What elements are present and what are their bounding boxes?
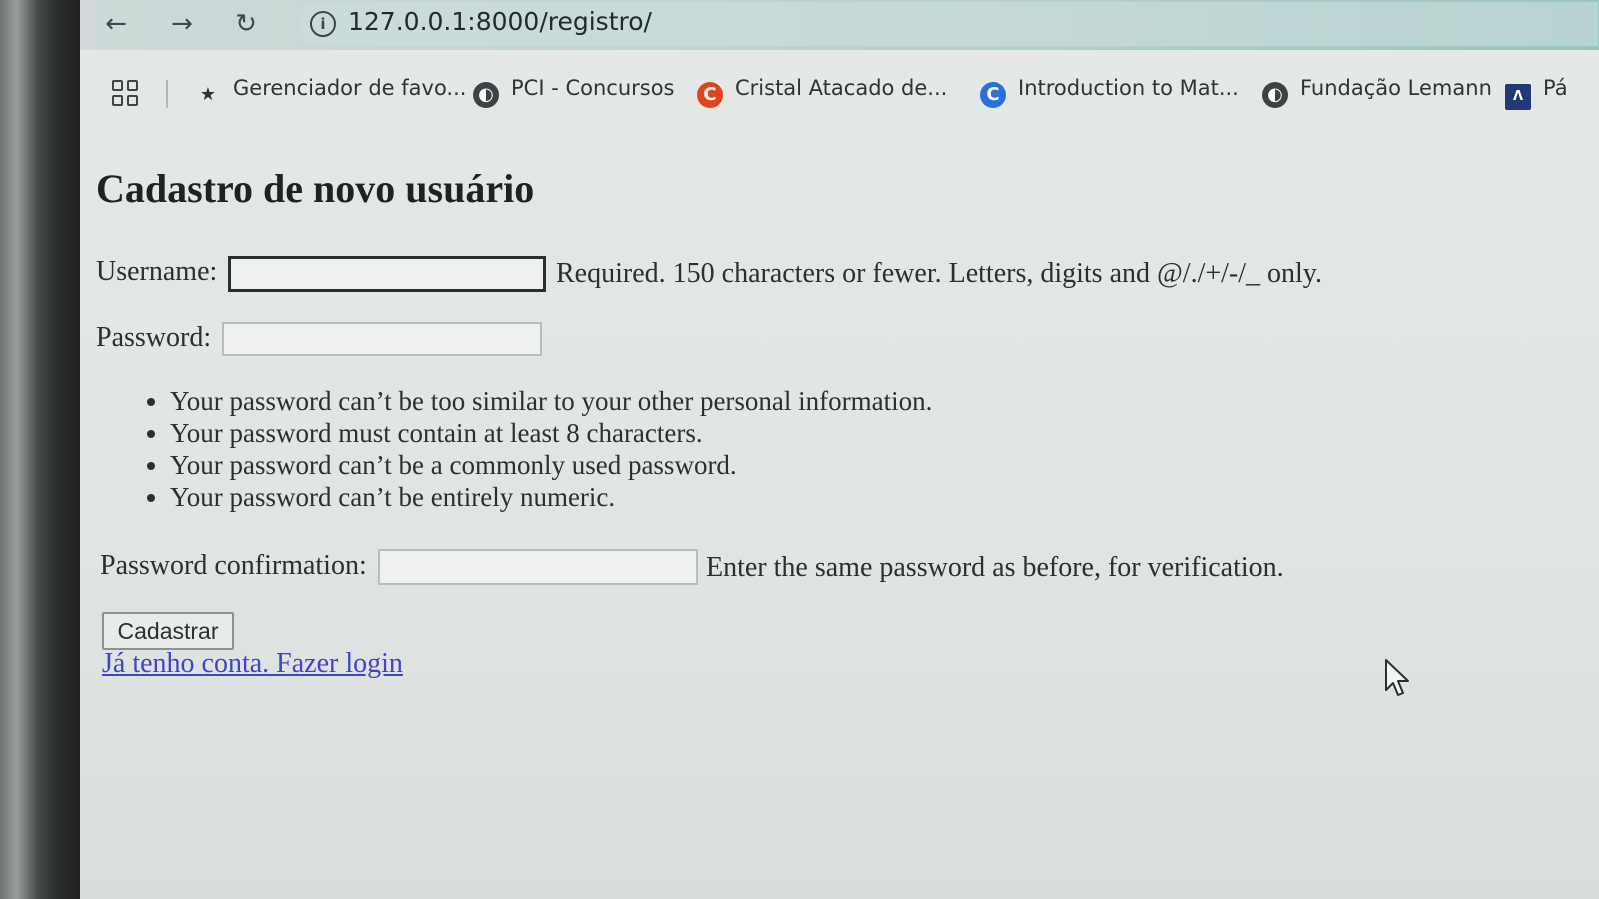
globe-icon: ◐ — [1262, 82, 1288, 108]
list-item: Your password can’t be a commonly used p… — [170, 449, 932, 481]
forward-arrow-icon[interactable]: → — [164, 8, 200, 40]
back-arrow-icon[interactable]: ← — [98, 8, 134, 40]
password-confirmation-input[interactable] — [378, 549, 698, 585]
password-label: Password: — [96, 322, 212, 353]
bookmark-pci-concursos[interactable]: ◐ PCI - Concursos — [473, 76, 675, 110]
username-input[interactable] — [228, 256, 546, 292]
list-item: Your password must contain at least 8 ch… — [170, 417, 932, 449]
bookmarks-bar: ★ Gerenciador de favo... ◐ PCI - Concursos… — [80, 62, 1599, 124]
cadastrar-button[interactable]: Cadastrar — [102, 612, 234, 650]
list-item: Your password can’t be entirely numeric. — [170, 481, 932, 513]
password-input[interactable] — [222, 322, 542, 356]
reload-icon[interactable]: ↻ — [228, 8, 264, 40]
password-rules-list: Your password can’t be too similar to yo… — [140, 385, 932, 513]
password-confirmation-help-text: Enter the same password as before, for v… — [706, 552, 1284, 583]
bookmark-gerenciador[interactable]: ★ Gerenciador de favo... — [195, 76, 467, 110]
username-label: Username: — [96, 256, 218, 287]
apps-grid-icon[interactable] — [112, 80, 138, 106]
c-circle-icon: C — [980, 82, 1006, 108]
mouse-cursor-icon — [1385, 659, 1409, 696]
bookmark-introduction[interactable]: C Introduction to Mat... — [980, 76, 1239, 110]
bookmark-label: Fundação Lemann — [1300, 76, 1492, 100]
page-title: Cadastro de novo usuário — [96, 166, 535, 211]
bookmarks-separator — [166, 80, 168, 108]
address-bar[interactable]: i 127.0.0.1:8000/registro/ — [298, 2, 1598, 46]
bookmark-label: Cristal Atacado de... — [735, 76, 948, 100]
bookmark-label: PCI - Concursos — [511, 76, 675, 100]
username-help-text: Required. 150 characters or fewer. Lette… — [556, 258, 1322, 289]
bookmark-cristal-atacado[interactable]: C Cristal Atacado de... — [697, 76, 947, 110]
bookmark-fundacao-lemann[interactable]: ◐ Fundação Lemann — [1262, 76, 1492, 110]
browser-screen: ← → ↻ i 127.0.0.1:8000/registro/ ★ Gerenc… — [80, 0, 1599, 899]
c-logo-icon: C — [697, 82, 723, 108]
bookmark-label: Gerenciador de favo... — [233, 76, 467, 100]
browser-toolbar: ← → ↻ i 127.0.0.1:8000/registro/ — [80, 0, 1599, 50]
bookmark-label: Pá — [1543, 76, 1568, 100]
globe-icon: ◐ — [473, 82, 499, 108]
bookmark-pa[interactable]: Λ Pá — [1505, 76, 1568, 110]
password-confirmation-label: Password confirmation: — [100, 550, 367, 581]
address-url[interactable]: 127.0.0.1:8000/registro/ — [348, 7, 652, 36]
star-icon: ★ — [199, 84, 217, 105]
a-square-icon: Λ — [1505, 84, 1531, 110]
login-link[interactable]: Já tenho conta. Fazer login — [102, 648, 403, 680]
info-icon[interactable]: i — [310, 11, 336, 37]
bookmark-label: Introduction to Mat... — [1018, 76, 1239, 100]
list-item: Your password can’t be too similar to yo… — [170, 385, 932, 417]
laptop-bezel — [0, 0, 92, 899]
